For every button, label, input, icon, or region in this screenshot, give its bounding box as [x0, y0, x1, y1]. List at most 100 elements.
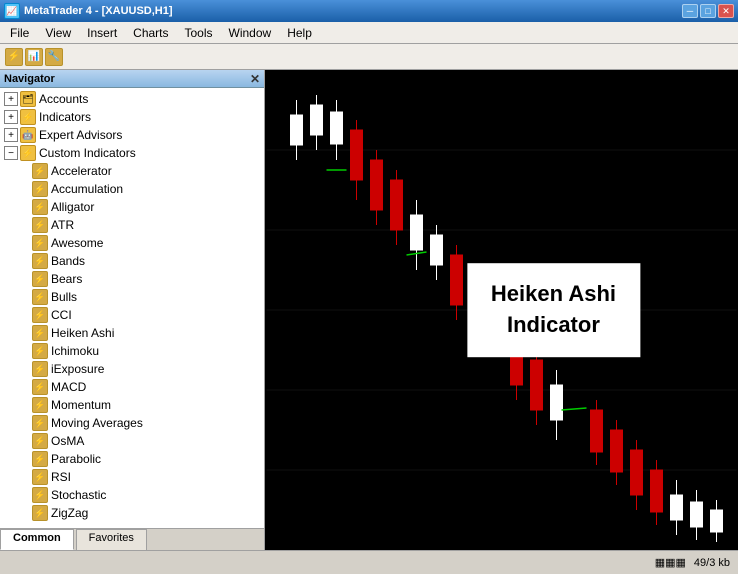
- list-item[interactable]: ⚡ RSI: [0, 468, 264, 486]
- menu-view[interactable]: View: [37, 24, 79, 42]
- menu-bar: File View Insert Charts Tools Window Hel…: [0, 22, 738, 44]
- menu-help[interactable]: Help: [279, 24, 320, 42]
- indicator-icon: ⚡: [32, 325, 48, 341]
- item-label-3: ATR: [51, 218, 74, 232]
- indicator-icon: ⚡: [32, 469, 48, 485]
- list-item[interactable]: ⚡ Momentum: [0, 396, 264, 414]
- item-label-9: Heiken Ashi: [51, 326, 114, 340]
- menu-insert[interactable]: Insert: [79, 24, 125, 42]
- tab-common[interactable]: Common: [0, 529, 74, 550]
- chart-area[interactable]: Heiken Ashi Indicator: [265, 70, 738, 550]
- toolbar-row: ⚡ 📊 🔧: [0, 44, 738, 70]
- item-label-18: Stochastic: [51, 488, 106, 502]
- indicators-label: Indicators: [39, 110, 91, 124]
- indicator-icon: ⚡: [32, 307, 48, 323]
- list-item[interactable]: ⚡ Heiken Ashi: [0, 324, 264, 342]
- item-label-16: Parabolic: [51, 452, 101, 466]
- toolbar-icon-2[interactable]: 📊: [25, 48, 43, 66]
- indicator-icon: ⚡: [32, 379, 48, 395]
- item-label-6: Bears: [51, 272, 82, 286]
- indicator-icon: ⚡: [32, 433, 48, 449]
- list-item[interactable]: ⚡ Awesome: [0, 234, 264, 252]
- status-right: ▦▦▦ 49/3 kb: [655, 556, 730, 569]
- item-label-0: Accelerator: [51, 164, 112, 178]
- list-item[interactable]: ⚡ Alligator: [0, 198, 264, 216]
- navigator-tree[interactable]: + 🗂 Accounts + ⚡ Indicators + 🤖 Expert A…: [0, 88, 264, 528]
- minimize-button[interactable]: ─: [682, 4, 698, 18]
- indicator-icon: ⚡: [32, 163, 48, 179]
- main-content: Navigator ✕ + 🗂 Accounts + ⚡ Indicators …: [0, 70, 738, 550]
- navigator-close-button[interactable]: ✕: [250, 72, 260, 86]
- list-item[interactable]: ⚡ Bands: [0, 252, 264, 270]
- item-label-13: Momentum: [51, 398, 111, 412]
- indicator-icon: ⚡: [32, 199, 48, 215]
- tree-item-indicators[interactable]: + ⚡ Indicators: [0, 108, 264, 126]
- accounts-icon: 🗂: [20, 91, 36, 107]
- ea-icon: 🤖: [20, 127, 36, 143]
- menu-file[interactable]: File: [2, 24, 37, 42]
- indicator-icon: ⚡: [32, 415, 48, 431]
- list-item[interactable]: ⚡ Accumulation: [0, 180, 264, 198]
- item-label-14: Moving Averages: [51, 416, 143, 430]
- chart-label-line2: Indicator: [507, 312, 600, 337]
- tree-item-custom-indicators[interactable]: − ⚡ Custom Indicators: [0, 144, 264, 162]
- expand-ea[interactable]: +: [4, 128, 18, 142]
- indicator-icon: ⚡: [32, 289, 48, 305]
- item-label-12: MACD: [51, 380, 86, 394]
- list-item[interactable]: ⚡ CCI: [0, 306, 264, 324]
- expand-accounts[interactable]: +: [4, 92, 18, 106]
- list-item[interactable]: ⚡ Parabolic: [0, 450, 264, 468]
- indicator-icon: ⚡: [32, 217, 48, 233]
- indicator-icon: ⚡: [32, 361, 48, 377]
- list-item[interactable]: ⚡ Bulls: [0, 288, 264, 306]
- navigator-header: Navigator ✕: [0, 70, 264, 88]
- indicator-icon: ⚡: [32, 451, 48, 467]
- expand-indicators[interactable]: +: [4, 110, 18, 124]
- custom-label: Custom Indicators: [39, 146, 136, 160]
- item-label-4: Awesome: [51, 236, 103, 250]
- item-label-17: RSI: [51, 470, 71, 484]
- window-title: MetaTrader 4 - [XAUUSD,H1]: [24, 5, 173, 17]
- item-label-8: CCI: [51, 308, 72, 322]
- status-bar: ▦▦▦ 49/3 kb: [0, 550, 738, 574]
- item-label-5: Bands: [51, 254, 85, 268]
- menu-charts[interactable]: Charts: [125, 24, 176, 42]
- chart-bars-icon: ▦▦▦: [655, 556, 686, 569]
- list-item[interactable]: ⚡ Accelerator: [0, 162, 264, 180]
- list-item[interactable]: ⚡ Ichimoku: [0, 342, 264, 360]
- list-item[interactable]: ⚡ Bears: [0, 270, 264, 288]
- item-label-1: Accumulation: [51, 182, 123, 196]
- toolbar-icon-3[interactable]: 🔧: [45, 48, 63, 66]
- tree-item-expert-advisors[interactable]: + 🤖 Expert Advisors: [0, 126, 264, 144]
- title-bar-controls: ─ □ ✕: [682, 4, 734, 18]
- menu-tools[interactable]: Tools: [177, 24, 221, 42]
- list-item[interactable]: ⚡ OsMA: [0, 432, 264, 450]
- item-label-2: Alligator: [51, 200, 94, 214]
- list-item[interactable]: ⚡ ZigZag: [0, 504, 264, 522]
- navigator-panel: Navigator ✕ + 🗂 Accounts + ⚡ Indicators …: [0, 70, 265, 550]
- indicator-icon: ⚡: [32, 235, 48, 251]
- indicators-icon: ⚡: [20, 109, 36, 125]
- maximize-button[interactable]: □: [700, 4, 716, 18]
- tab-favorites[interactable]: Favorites: [76, 529, 147, 550]
- list-item[interactable]: ⚡ Stochastic: [0, 486, 264, 504]
- accounts-label: Accounts: [39, 92, 88, 106]
- menu-window[interactable]: Window: [221, 24, 280, 42]
- title-bar: 📈 MetaTrader 4 - [XAUUSD,H1] ─ □ ✕: [0, 0, 738, 22]
- list-item[interactable]: ⚡ MACD: [0, 378, 264, 396]
- list-item[interactable]: ⚡ iExposure: [0, 360, 264, 378]
- status-data: 49/3 kb: [694, 557, 730, 569]
- toolbar-icon-1[interactable]: ⚡: [5, 48, 23, 66]
- expand-custom[interactable]: −: [4, 146, 18, 160]
- list-item[interactable]: ⚡ Moving Averages: [0, 414, 264, 432]
- indicator-icon: ⚡: [32, 181, 48, 197]
- list-item[interactable]: ⚡ ATR: [0, 216, 264, 234]
- item-label-19: ZigZag: [51, 506, 88, 520]
- item-label-11: iExposure: [51, 362, 104, 376]
- indicator-icon: ⚡: [32, 253, 48, 269]
- indicator-icon: ⚡: [32, 487, 48, 503]
- tree-item-accounts[interactable]: + 🗂 Accounts: [0, 90, 264, 108]
- indicator-icon: ⚡: [32, 397, 48, 413]
- close-button[interactable]: ✕: [718, 4, 734, 18]
- item-label-7: Bulls: [51, 290, 77, 304]
